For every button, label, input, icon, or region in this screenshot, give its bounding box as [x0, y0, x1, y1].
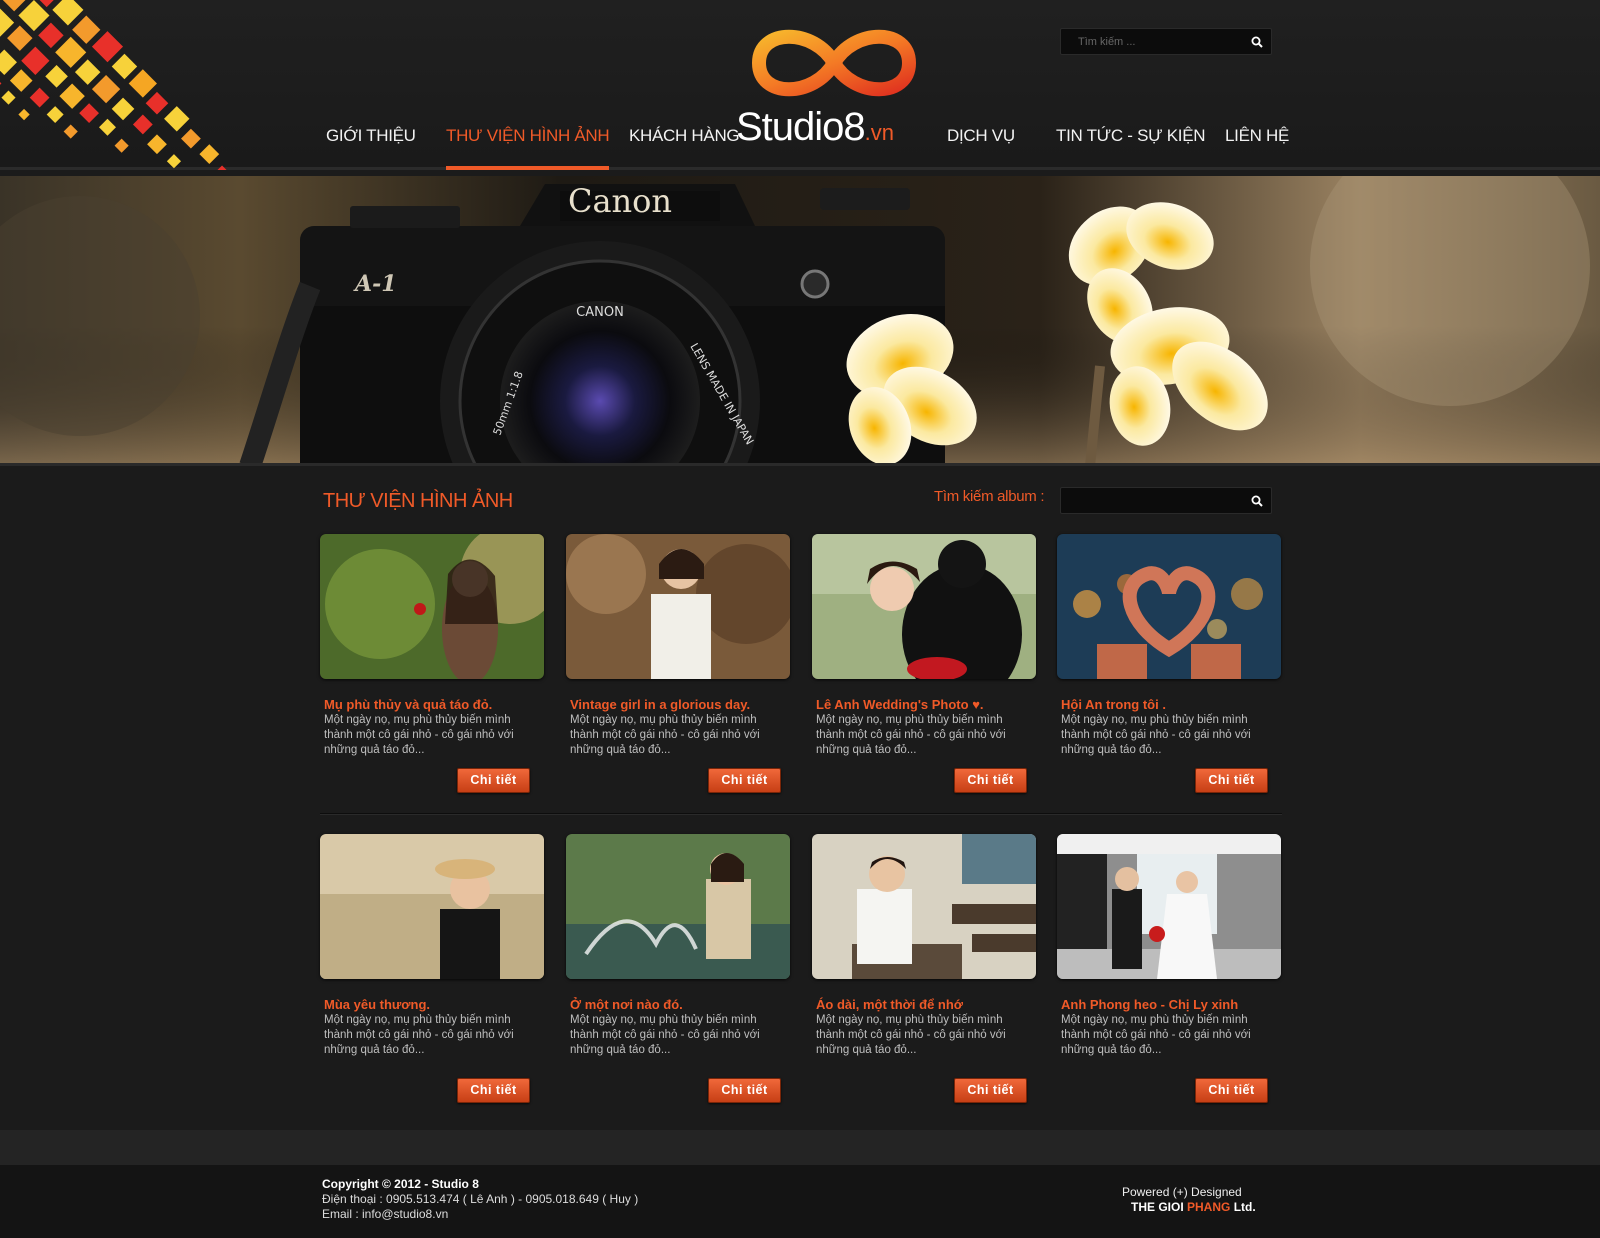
album-title[interactable]: Vintage girl in a glorious day.	[570, 697, 810, 712]
banner-camera-model: A-1	[353, 271, 397, 297]
album-title[interactable]: Mùa yêu thương.	[324, 997, 564, 1012]
header-search-button[interactable]	[1243, 29, 1271, 54]
album-card: Hội An trong tôi . Một ngày nọ, mụ phù t…	[1057, 534, 1281, 824]
nav-item-lien-he[interactable]: LIÊN HỆ	[1225, 118, 1289, 170]
album-description: Một ngày nọ, mụ phù thủy biến mình thành…	[570, 714, 760, 756]
album-thumbnail[interactable]	[1057, 834, 1281, 979]
album-title[interactable]: Anh Phong heo - Chị Ly xinh	[1061, 997, 1301, 1012]
album-description: Một ngày nọ, mụ phù thủy biến mình thành…	[570, 1014, 760, 1056]
album-description: Một ngày nọ, mụ phù thủy biến mình thành…	[324, 714, 514, 756]
header-search	[1060, 28, 1272, 55]
album-card: Lê Anh Wedding's Photo ♥. Một ngày nọ, m…	[812, 534, 1036, 824]
footer-company-highlight: PHANG	[1187, 1200, 1231, 1214]
banner-lens-brand: CANON	[576, 305, 624, 320]
album-thumbnail[interactable]	[1057, 534, 1281, 679]
detail-button[interactable]: Chi tiết	[708, 1078, 781, 1103]
album-thumbnail[interactable]	[566, 834, 790, 979]
banner-camera-brand: Canon	[568, 182, 672, 220]
album-search-input[interactable]	[1061, 488, 1239, 513]
album-card: Mùa yêu thương. Một ngày nọ, mụ phù thủy…	[320, 834, 544, 1124]
detail-button[interactable]: Chi tiết	[1195, 1078, 1268, 1103]
footer-company-suffix: Ltd.	[1230, 1200, 1256, 1214]
nav-item-dich-vu[interactable]: DỊCH VỤ	[947, 118, 1015, 170]
album-title[interactable]: Hội An trong tôi .	[1061, 697, 1301, 712]
nav-item-gioi-thieu[interactable]: GIỚI THIỆU	[326, 118, 416, 170]
footer-copyright: Copyright © 2012 - Studio 8	[322, 1177, 479, 1191]
detail-button[interactable]: Chi tiết	[954, 1078, 1027, 1103]
footer-company-prefix: THE GIOI	[1131, 1200, 1188, 1214]
album-title[interactable]: Áo dài, một thời để nhớ	[816, 997, 1056, 1012]
album-thumbnail[interactable]	[320, 534, 544, 679]
detail-button[interactable]: Chi tiết	[954, 768, 1027, 793]
album-card: Mụ phù thủy và quả táo đỏ. Một ngày nọ, …	[320, 534, 544, 824]
album-description: Một ngày nọ, mụ phù thủy biến mình thành…	[1061, 714, 1251, 756]
footer-company[interactable]: THE GIOI PHANG Ltd.	[1131, 1200, 1256, 1214]
album-description: Một ngày nọ, mụ phù thủy biến mình thành…	[324, 1014, 514, 1056]
album-description: Một ngày nọ, mụ phù thủy biến mình thành…	[816, 714, 1006, 756]
album-title[interactable]: Ở một nơi nào đó.	[570, 997, 810, 1012]
album-search	[1060, 487, 1272, 514]
header-search-input[interactable]	[1061, 29, 1239, 54]
detail-button[interactable]: Chi tiết	[1195, 768, 1268, 793]
album-thumbnail[interactable]	[320, 834, 544, 979]
nav-item-tin-tuc-su-kien[interactable]: TIN TỨC - SỰ KIỆN	[1056, 118, 1206, 170]
footer-phone: Điện thoại : 0905.513.474 ( Lê Anh ) - 0…	[322, 1192, 639, 1206]
site-footer: Copyright © 2012 - Studio 8 Điện thoại :…	[0, 1165, 1600, 1238]
album-thumbnail[interactable]	[812, 534, 1036, 679]
album-description: Một ngày nọ, mụ phù thủy biến mình thành…	[1061, 1014, 1251, 1056]
detail-button[interactable]: Chi tiết	[708, 768, 781, 793]
detail-button[interactable]: Chi tiết	[457, 1078, 530, 1103]
detail-button[interactable]: Chi tiết	[457, 768, 530, 793]
album-thumbnail[interactable]	[812, 834, 1036, 979]
album-title[interactable]: Lê Anh Wedding's Photo ♥.	[816, 697, 1056, 712]
album-card: Anh Phong heo - Chị Ly xinh Một ngày nọ,…	[1057, 834, 1281, 1124]
album-search-button[interactable]	[1243, 488, 1271, 513]
search-icon	[1251, 495, 1263, 507]
album-card: Ở một nơi nào đó. Một ngày nọ, mụ phù th…	[566, 834, 790, 1124]
row-divider	[320, 813, 1282, 815]
album-thumbnail[interactable]	[566, 534, 790, 679]
footer-strip	[0, 1130, 1600, 1165]
nav-item-khach-hang[interactable]: KHÁCH HÀNG	[629, 118, 740, 170]
album-card: Vintage girl in a glorious day. Một ngày…	[566, 534, 790, 824]
site-header: Studio8.vn GIỚI THIỆU THƯ VIỆN HÌNH ẢNH …	[0, 0, 1600, 170]
footer-email[interactable]: Email : info@studio8.vn	[322, 1207, 448, 1221]
footer-powered: Powered (+) Designed	[1122, 1185, 1242, 1199]
album-description: Một ngày nọ, mụ phù thủy biến mình thành…	[816, 1014, 1006, 1056]
page-title: THƯ VIỆN HÌNH ẢNH	[323, 490, 513, 512]
album-title[interactable]: Mụ phù thủy và quả táo đỏ.	[324, 697, 564, 712]
nav-item-thu-vien-hinh-anh[interactable]: THƯ VIỆN HÌNH ẢNH	[446, 118, 610, 170]
album-card: Áo dài, một thời để nhớ Một ngày nọ, mụ …	[812, 834, 1036, 1124]
search-icon	[1251, 36, 1263, 48]
hero-banner: Canon A-1 CANON LENS MADE IN JAPAN 50mm …	[0, 176, 1600, 466]
main-nav: GIỚI THIỆU THƯ VIỆN HÌNH ẢNH KHÁCH HÀNG …	[0, 118, 1600, 170]
banner-camera-image: Canon A-1 CANON LENS MADE IN JAPAN 50mm …	[0, 176, 1600, 463]
album-search-label: Tìm kiếm album :	[934, 488, 1045, 505]
